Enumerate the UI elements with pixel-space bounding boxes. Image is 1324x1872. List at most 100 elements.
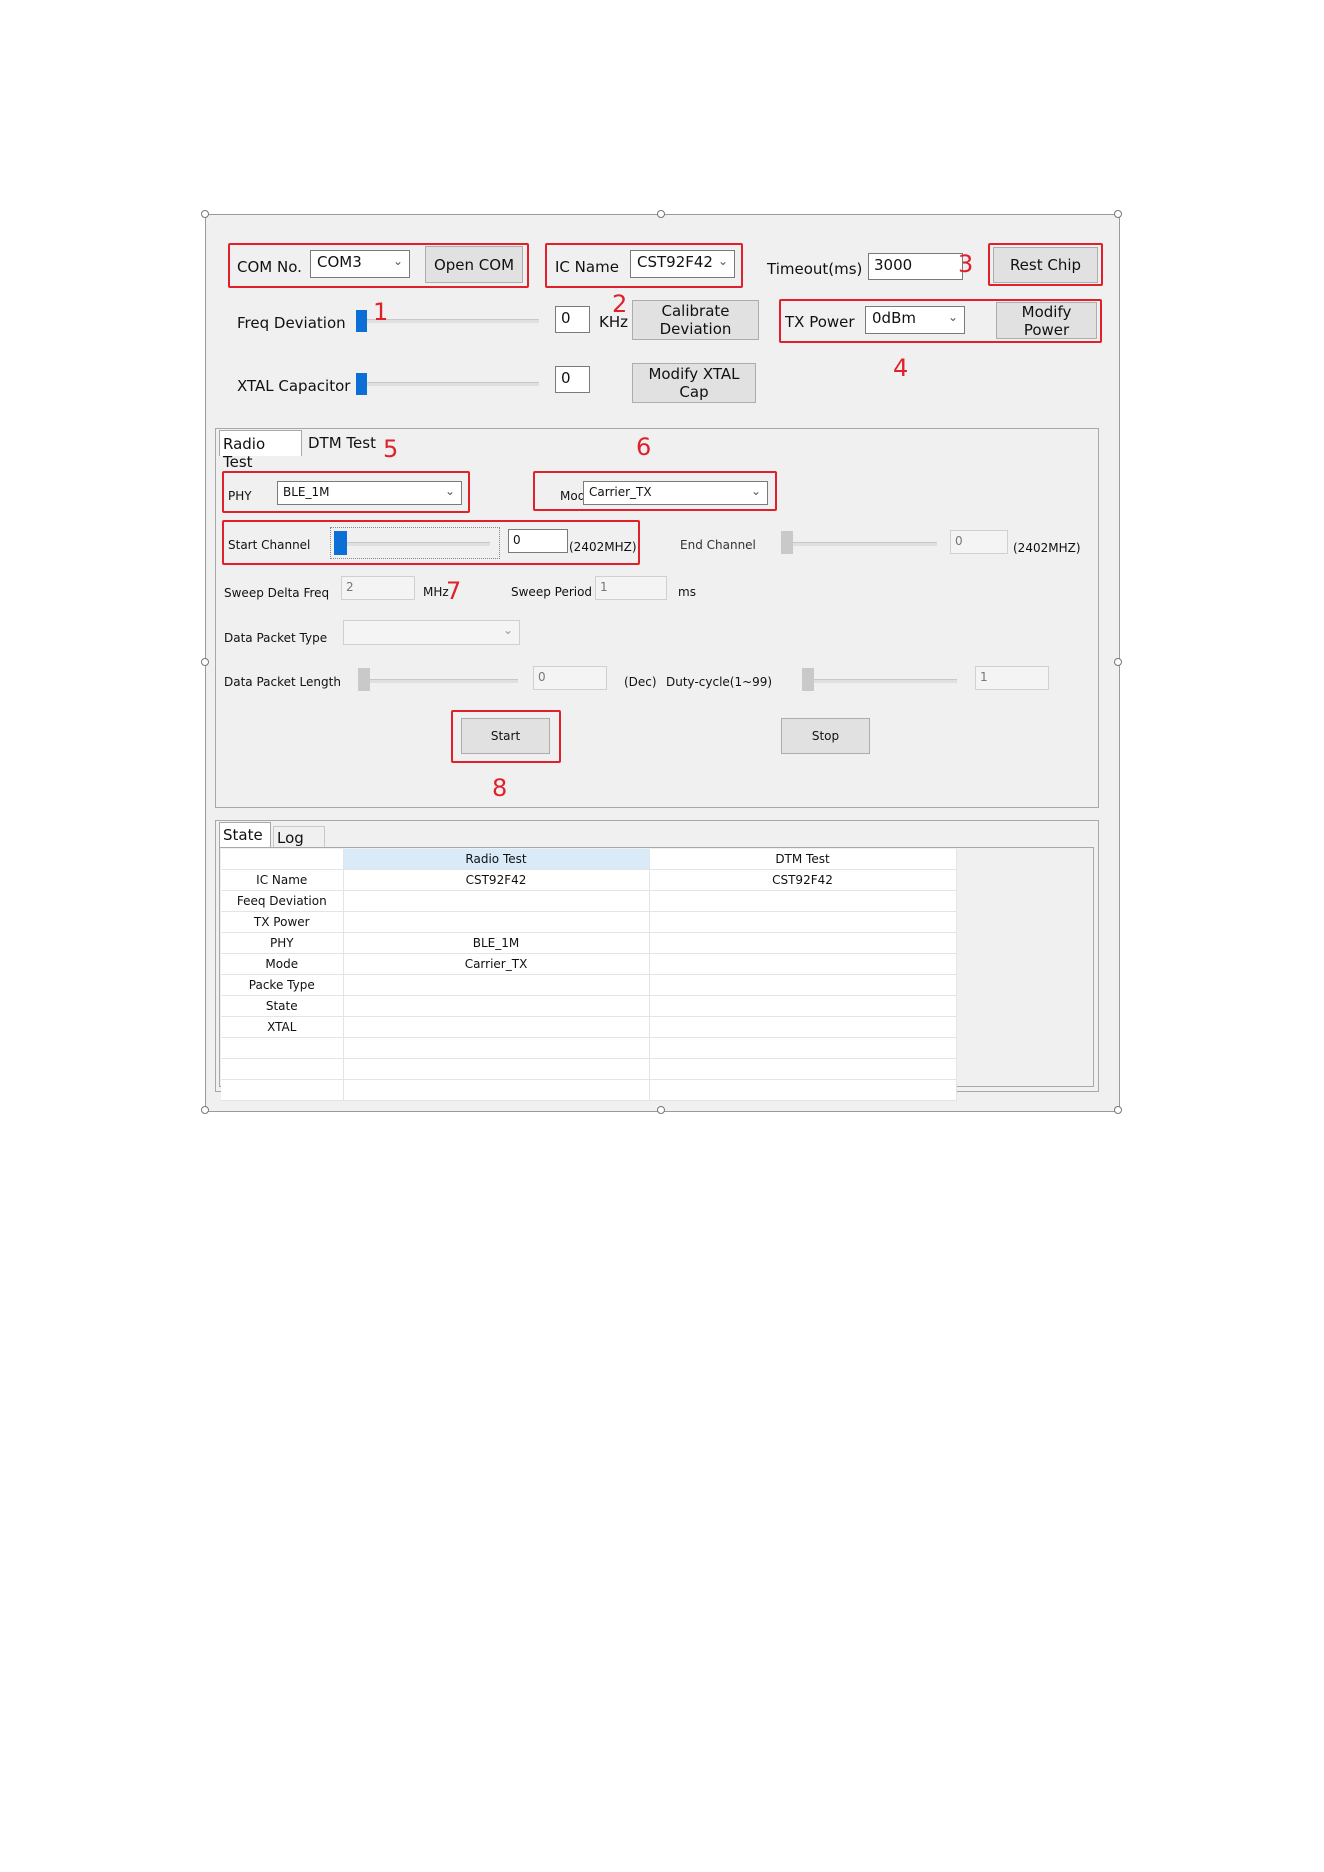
table-row[interactable]: Packe Type <box>221 974 957 996</box>
resize-handle-left[interactable] <box>201 658 209 666</box>
table-cell: BLE_1M <box>343 932 650 954</box>
resize-handle-bottom-left[interactable] <box>201 1106 209 1114</box>
table-header-row: Radio Test DTM Test <box>221 849 957 870</box>
table-cell <box>649 953 957 975</box>
modify-xtal-cap-button[interactable]: Modify XTAL Cap <box>632 363 756 403</box>
table-row[interactable]: State <box>221 995 957 1017</box>
state-table: Radio Test DTM Test IC Name CST92F42 CST92F4… <box>221 849 957 1101</box>
table-cell <box>343 890 650 912</box>
table-row-header: IC Name <box>221 869 344 891</box>
table-row[interactable] <box>221 1079 957 1101</box>
table-row-header: TX Power <box>221 911 344 933</box>
table-cell <box>343 974 650 996</box>
duty-cycle-track <box>802 679 957 683</box>
callout-number-5: 5 <box>383 435 399 463</box>
resize-handle-top-right[interactable] <box>1114 210 1122 218</box>
callout-box-start <box>451 710 561 763</box>
resize-handle-top-left[interactable] <box>201 210 209 218</box>
callout-box-3 <box>988 243 1103 286</box>
table-cell <box>343 1037 650 1059</box>
stop-button[interactable]: Stop <box>781 718 870 754</box>
table-cell <box>649 1016 957 1038</box>
duty-cycle-slider[interactable] <box>802 668 814 691</box>
table-cell <box>343 1058 650 1080</box>
table-row-header <box>221 1037 344 1059</box>
xtal-capacitor-track <box>357 382 539 386</box>
callout-number-3: 3 <box>958 250 974 278</box>
table-column-header[interactable]: DTM Test <box>649 849 957 870</box>
callout-box-phy <box>222 471 470 513</box>
table-cell <box>343 1079 650 1101</box>
table-cell <box>649 890 957 912</box>
end-channel-freq: (2402MHZ) <box>1013 541 1081 555</box>
table-row-header: PHY <box>221 932 344 954</box>
table-row[interactable]: TX Power <box>221 911 957 933</box>
table-row[interactable]: Feeq Deviation <box>221 890 957 912</box>
callout-number-4: 4 <box>893 354 909 382</box>
callout-box-4 <box>779 299 1102 343</box>
xtal-capacitor-slider[interactable] <box>356 373 367 395</box>
packet-length-track <box>358 679 518 683</box>
table-row-header: State <box>221 995 344 1017</box>
resize-handle-bottom[interactable] <box>657 1106 665 1114</box>
sweep-delta-unit: MHz <box>423 585 449 599</box>
freq-deviation-input[interactable]: 0 <box>555 306 590 333</box>
resize-handle-bottom-right[interactable] <box>1114 1106 1122 1114</box>
table-cell <box>649 932 957 954</box>
sweep-period-input[interactable]: 1 <box>595 576 667 600</box>
callout-number-7: 7 <box>446 577 462 605</box>
table-cell <box>649 1058 957 1080</box>
end-channel-track <box>787 542 937 546</box>
tab-state[interactable]: State <box>219 822 271 848</box>
chevron-down-icon: ⌄ <box>502 623 513 637</box>
end-channel-input[interactable]: 0 <box>950 530 1008 554</box>
end-channel-label: End Channel <box>680 538 756 552</box>
tab-radio-test[interactable]: Radio Test <box>219 430 302 471</box>
callout-number-2: 2 <box>612 290 628 318</box>
table-cell <box>343 911 650 933</box>
packet-length-label: Data Packet Length <box>224 675 341 689</box>
table-row[interactable]: XTAL <box>221 1016 957 1038</box>
resize-handle-right[interactable] <box>1114 658 1122 666</box>
table-row[interactable]: Mode Carrier_TX <box>221 953 957 975</box>
table-cell <box>649 911 957 933</box>
freq-deviation-label: Freq Deviation <box>237 314 346 332</box>
table-row[interactable]: IC Name CST92F42 CST92F42 <box>221 869 957 891</box>
table-row[interactable] <box>221 1037 957 1059</box>
end-channel-slider[interactable] <box>781 531 793 554</box>
table-cell <box>649 1079 957 1101</box>
xtal-capacitor-label: XTAL Capacitor <box>237 377 351 395</box>
table-row-header: Feeq Deviation <box>221 890 344 912</box>
table-row-header: Mode <box>221 953 344 975</box>
callout-number-6: 6 <box>636 433 652 461</box>
packet-type-select[interactable]: ⌄ <box>343 620 520 645</box>
callout-box-1 <box>228 243 529 288</box>
table-row[interactable]: PHY BLE_1M <box>221 932 957 954</box>
callout-box-2 <box>545 243 743 288</box>
table-row-header <box>221 1058 344 1080</box>
table-column-header[interactable]: Radio Test <box>343 849 650 870</box>
table-cell: CST92F42 <box>343 869 650 891</box>
packet-length-slider[interactable] <box>358 668 370 691</box>
callout-number-8: 8 <box>492 774 508 802</box>
table-cell: Carrier_TX <box>343 953 650 975</box>
calibrate-deviation-button[interactable]: Calibrate Deviation <box>632 300 759 340</box>
tab-log[interactable]: Log <box>273 826 325 848</box>
duty-cycle-input[interactable]: 1 <box>975 666 1049 690</box>
packet-length-unit: (Dec) <box>624 675 657 689</box>
duty-cycle-label: Duty-cycle(1~99) <box>666 675 773 689</box>
sweep-period-label: Sweep Period <box>511 585 593 599</box>
freq-deviation-slider[interactable] <box>356 310 367 332</box>
table-cell <box>649 995 957 1017</box>
packet-length-input[interactable]: 0 <box>533 666 607 690</box>
sweep-period-unit: ms <box>678 585 696 599</box>
sweep-delta-input[interactable]: 2 <box>341 576 415 600</box>
timeout-input[interactable]: 3000 <box>868 253 963 280</box>
table-row[interactable] <box>221 1058 957 1080</box>
callout-number-1: 1 <box>373 298 389 326</box>
xtal-capacitor-input[interactable]: 0 <box>555 366 590 393</box>
tab-dtm-test[interactable]: DTM Test <box>305 434 385 456</box>
packet-type-label: Data Packet Type <box>224 631 328 645</box>
resize-handle-top[interactable] <box>657 210 665 218</box>
table-cell <box>343 1016 650 1038</box>
